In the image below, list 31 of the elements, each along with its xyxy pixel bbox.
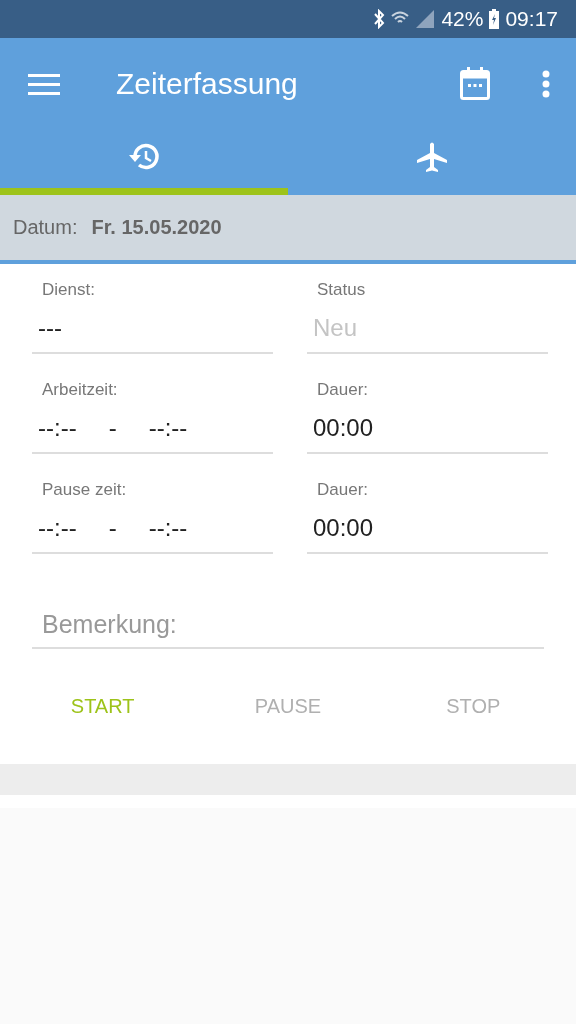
date-value[interactable]: Fr. 15.05.2020 [91,216,222,239]
app-title: Zeiterfassung [116,67,299,101]
input-field[interactable]: --- [32,314,273,354]
battery-icon [489,9,500,29]
input-field[interactable]: 00:00 [307,514,548,554]
date-label: Datum: [13,216,78,239]
time-range-field[interactable]: --:-- - --:-- [32,514,273,554]
airplane-icon [416,141,448,173]
start-time: --:-- [38,414,77,443]
range-separator: - [108,414,117,443]
start-time: --:-- [38,514,77,543]
history-icon [127,142,161,172]
menu-icon[interactable] [28,73,60,95]
field-label: Status [316,280,367,300]
bluetooth-icon [373,9,386,29]
field-label: Pause zeit: [41,480,128,500]
time-range-field[interactable]: --:-- - --:-- [32,414,273,454]
remark-field[interactable]: Bemerkung: [32,604,544,649]
more-options-icon[interactable] [542,70,550,98]
clock-time: 09:17 [505,7,558,31]
input-field[interactable]: 00:00 [307,414,548,454]
field-label: Dauer: [316,480,370,500]
battery-percent: 42% [441,7,484,31]
end-time: --:-- [148,514,188,543]
end-time: --:-- [148,414,188,443]
field-label: Arbeitzeit: [41,380,119,400]
calendar-icon[interactable] [460,67,490,101]
range-separator: - [108,514,117,543]
signal-icon [415,9,436,29]
field-label: Dauer: [316,380,370,400]
field-label: Dienst: [41,280,96,300]
